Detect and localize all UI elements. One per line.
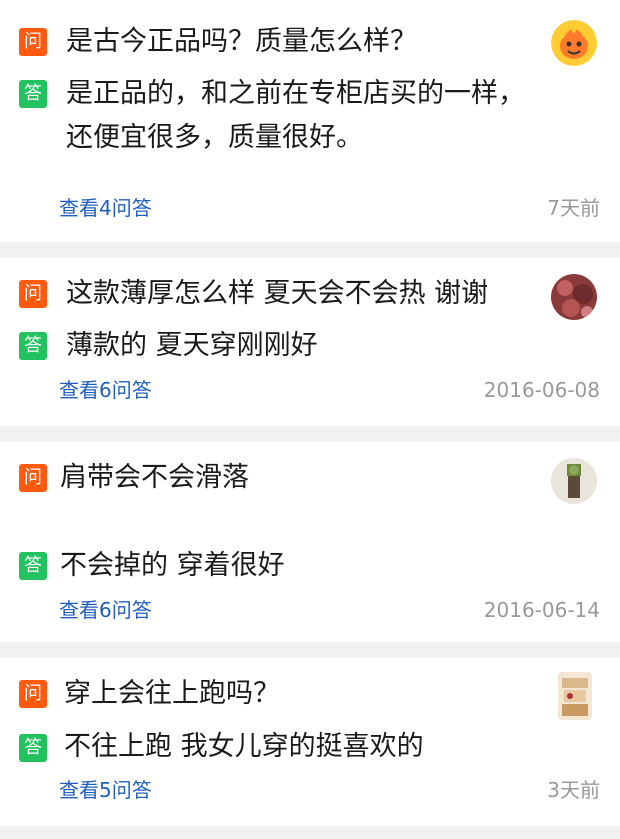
avatar-photo (551, 458, 597, 504)
timestamp: 7天前 (547, 196, 600, 220)
answer-badge: 答 (19, 552, 47, 580)
question-text[interactable]: 穿上会往上跑吗？ (64, 671, 280, 717)
answer-badge: 答 (19, 332, 47, 360)
timestamp: 3天前 (547, 778, 600, 802)
avatar-photo (558, 672, 592, 720)
question-badge: 问 (19, 464, 47, 492)
avatar-orange-mascot (551, 20, 597, 66)
answer-text-line-2: 还便宜很多，质量很好。 (66, 122, 363, 153)
question-text[interactable]: 是古今正品吗？质量怎么样？ (66, 19, 417, 65)
view-answers-link[interactable]: 查看4问答 (59, 196, 152, 220)
question-badge: 问 (19, 28, 47, 56)
qa-card-3[interactable]: 问 肩带会不会滑落 答 不会掉的 穿着很好 查看6问答 2016-06-14 (0, 442, 620, 642)
answer-text: 不会掉的 穿着很好 (60, 550, 285, 581)
view-answers-link[interactable]: 查看6问答 (59, 378, 152, 402)
answer-badge: 答 (19, 80, 47, 108)
answer-text-line-1: 是正品的，和之前在专柜店买的一样， (66, 78, 525, 109)
qa-card-1[interactable]: 问 是古今正品吗？质量怎么样？ 答 是正品的，和之前在专柜店买的一样， 还便宜很… (0, 0, 620, 242)
question-text[interactable]: 这款薄厚怎么样 夏天会不会热 谢谢 (66, 271, 488, 317)
answer-text: 不往上跑 我女儿穿的挺喜欢的 (64, 731, 424, 762)
question-badge: 问 (19, 680, 47, 708)
timestamp: 2016-06-14 (483, 598, 600, 622)
answer-badge: 答 (19, 734, 47, 762)
question-badge: 问 (19, 280, 47, 308)
view-answers-link[interactable]: 查看5问答 (59, 778, 152, 802)
qa-card-4[interactable]: 问 穿上会往上跑吗？ 答 不往上跑 我女儿穿的挺喜欢的 查看5问答 3天前 (0, 658, 620, 826)
qa-card-2[interactable]: 问 这款薄厚怎么样 夏天会不会热 谢谢 答 薄款的 夏天穿刚刚好 查看6问答 2… (0, 258, 620, 426)
timestamp: 2016-06-08 (483, 378, 600, 402)
avatar-photo (551, 274, 597, 320)
question-text[interactable]: 肩带会不会滑落 (60, 455, 249, 501)
answer-text: 薄款的 夏天穿刚刚好 (66, 330, 318, 361)
view-answers-link[interactable]: 查看6问答 (59, 598, 152, 622)
